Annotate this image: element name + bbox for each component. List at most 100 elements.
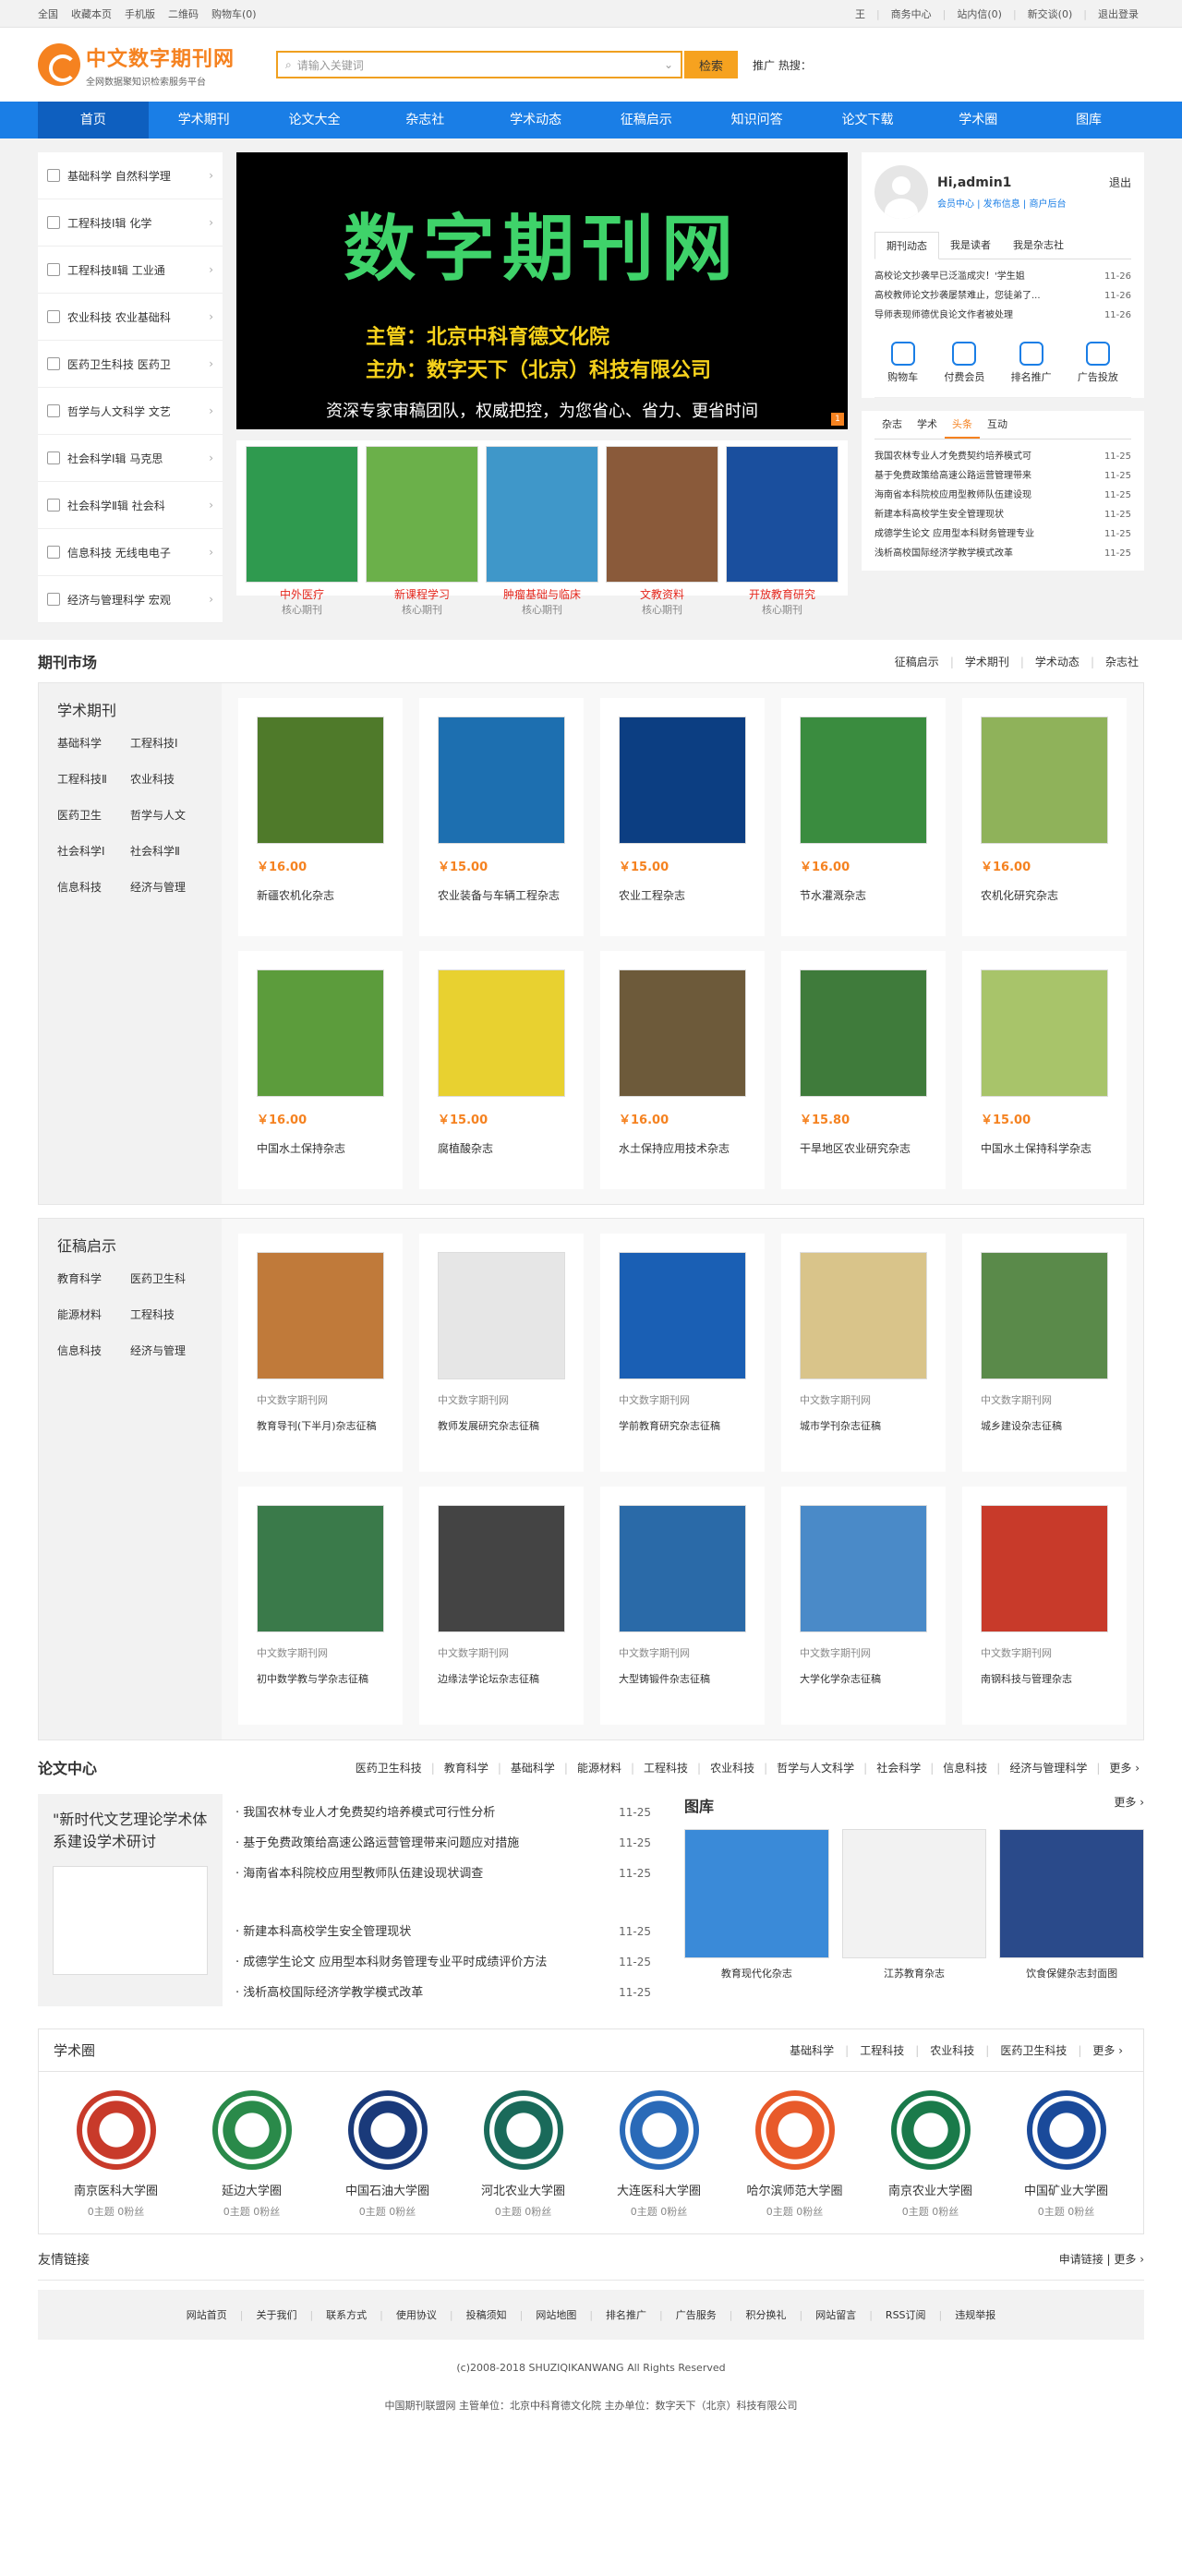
news-tab[interactable]: 学术 xyxy=(910,411,945,439)
section-link[interactable]: 使用协议 xyxy=(396,2307,437,2322)
topbar-right-link[interactable]: 新交谈(0) xyxy=(1028,8,1073,20)
news-item[interactable]: 成德学生论文 应用型本科财务管理专业 11-25 xyxy=(874,524,1131,544)
banner-page-indicator[interactable]: 1 xyxy=(831,413,844,426)
news-tab[interactable]: 互动 xyxy=(980,411,1015,439)
side-category-link[interactable]: 能源材料 xyxy=(57,1306,130,1322)
magazine-card[interactable]: 开放教育研究 核心期刊 xyxy=(726,446,838,616)
nav-item[interactable]: 杂志社 xyxy=(369,102,480,138)
side-category-link[interactable]: 信息科技 xyxy=(57,879,130,895)
category-item[interactable]: 社会科学Ⅱ辑 社会科 › xyxy=(38,482,223,529)
nav-item[interactable]: 学术期刊 xyxy=(149,102,259,138)
user-tab[interactable]: 我是杂志社 xyxy=(1002,232,1075,259)
gallery-item[interactable]: 饮食保健杂志封面图 xyxy=(999,1829,1145,1980)
category-item[interactable]: 医药卫生科技 医药卫 › xyxy=(38,341,223,388)
paper-item[interactable]: · 浅析高校国际经济学教学模式改革 11-25 xyxy=(235,1978,651,2008)
university-card[interactable]: 中国矿业大学圈 0主题 0粉丝 xyxy=(998,2090,1134,2219)
section-link[interactable]: 学术动态 xyxy=(1035,656,1079,668)
journal-card[interactable]: ￥15.80 干旱地区农业研究杂志 xyxy=(781,951,946,1189)
section-link[interactable]: 哲学与人文科学 xyxy=(777,1762,854,1775)
side-category-link[interactable]: 社会科学Ⅰ xyxy=(57,843,130,859)
side-category-link[interactable]: 教育科学 xyxy=(57,1270,130,1286)
university-card[interactable]: 延边大学圈 0主题 0粉丝 xyxy=(184,2090,320,2219)
section-link[interactable]: 积分换礼 xyxy=(745,2307,786,2322)
logout-link[interactable]: 退出 xyxy=(1109,175,1131,190)
section-link[interactable]: 农业科技 xyxy=(710,1762,754,1775)
user-tab[interactable]: 我是读者 xyxy=(939,232,1002,259)
journal-card[interactable]: ￥15.00 农业工程杂志 xyxy=(600,698,765,936)
section-link[interactable]: 工程科技 xyxy=(644,1762,688,1775)
search-button[interactable]: 检索 xyxy=(684,51,738,78)
category-item[interactable]: 哲学与人文科学 文艺 › xyxy=(38,388,223,435)
side-category-link[interactable]: 基础科学 xyxy=(57,735,130,751)
university-card[interactable]: 南京医科大学圈 0主题 0粉丝 xyxy=(48,2090,184,2219)
section-link[interactable]: 更多 › xyxy=(1092,2044,1123,2057)
category-item[interactable]: 社会科学Ⅰ辑 马克思 › xyxy=(38,435,223,482)
user-tab[interactable]: 期刊动态 xyxy=(874,232,939,259)
journal-card[interactable]: ￥16.00 水土保持应用技术杂志 xyxy=(600,951,765,1189)
section-link[interactable]: 广告服务 xyxy=(676,2307,717,2322)
paper-item[interactable]: · 基于免费政策给高速公路运营管理带来问题应对措施 11-25 xyxy=(235,1828,651,1859)
topbar-right-link[interactable]: 商务中心 xyxy=(891,8,932,20)
university-card[interactable]: 中国石油大学圈 0主题 0粉丝 xyxy=(320,2090,455,2219)
call-card[interactable]: 中文数字期刊网 城乡建设杂志征稿 xyxy=(962,1234,1127,1472)
section-link[interactable]: 医药卫生科技 xyxy=(356,1762,422,1775)
section-link[interactable]: 网站首页 xyxy=(187,2307,227,2322)
nav-item[interactable]: 首页 xyxy=(38,102,149,138)
section-link[interactable]: 医药卫生科技 xyxy=(1000,2044,1067,2057)
nav-item[interactable]: 征稿启示 xyxy=(591,102,702,138)
featured-paper[interactable]: "新时代文艺理论学术体系建设学术研讨 xyxy=(38,1794,223,2006)
nav-item[interactable]: 图库 xyxy=(1033,102,1144,138)
section-link[interactable]: 经济与管理科学 xyxy=(1009,1762,1087,1775)
paper-item[interactable]: · 新建本科高校学生安全管理现状 11-25 xyxy=(235,1917,651,1947)
journal-card[interactable]: ￥16.00 中国水土保持杂志 xyxy=(238,951,403,1189)
topbar-right-link[interactable]: 站内信(0) xyxy=(957,8,1002,20)
topbar-left-link[interactable]: 手机版 xyxy=(125,8,155,20)
call-card[interactable]: 中文数字期刊网 教育导刊(下半月)杂志征稿 xyxy=(238,1234,403,1472)
section-link[interactable]: 教育科学 xyxy=(444,1762,488,1775)
side-category-link[interactable]: 医药卫生科 xyxy=(130,1270,203,1286)
section-link[interactable]: 更多 › xyxy=(1109,1762,1140,1775)
call-card[interactable]: 中文数字期刊网 大学化学杂志征稿 xyxy=(781,1487,946,1725)
section-link[interactable]: 社会科学 xyxy=(876,1762,921,1775)
nav-item[interactable]: 论文下载 xyxy=(813,102,923,138)
side-category-link[interactable]: 经济与管理 xyxy=(130,1342,203,1358)
topbar-right-link[interactable]: 退出登录 xyxy=(1098,8,1139,20)
quick-action[interactable]: 排名推广 xyxy=(1011,342,1052,384)
user-links[interactable]: 会员中心 | 发布信息 | 商户后台 xyxy=(937,196,1066,210)
journal-card[interactable]: ￥16.00 节水灌溉杂志 xyxy=(781,698,946,936)
university-card[interactable]: 哈尔滨师范大学圈 0主题 0粉丝 xyxy=(727,2090,862,2219)
category-item[interactable]: 工程科技Ⅱ辑 工业通 › xyxy=(38,247,223,294)
magazine-card[interactable]: 肿瘤基础与临床 核心期刊 xyxy=(486,446,598,616)
side-category-link[interactable]: 工程科技Ⅱ xyxy=(57,771,130,787)
news-item[interactable]: 我国农林专业人才免费契约培养模式可 11-25 xyxy=(874,447,1131,466)
section-link[interactable]: 网站留言 xyxy=(815,2307,856,2322)
side-category-link[interactable]: 工程科技 xyxy=(130,1306,203,1322)
news-item[interactable]: 新建本科高校学生安全管理现状 11-25 xyxy=(874,505,1131,524)
side-category-link[interactable]: 社会科学Ⅱ xyxy=(130,843,203,859)
news-item[interactable]: 高校论文抄袭早已泛滥成灾！'学生姐 11-26 xyxy=(874,267,1131,286)
side-category-link[interactable]: 经济与管理 xyxy=(130,879,203,895)
section-link[interactable]: 农业科技 xyxy=(930,2044,974,2057)
category-item[interactable]: 基础科学 自然科学理 › xyxy=(38,152,223,199)
section-link[interactable]: 投稿须知 xyxy=(466,2307,507,2322)
university-card[interactable]: 河北农业大学圈 0主题 0粉丝 xyxy=(455,2090,591,2219)
section-link[interactable]: 学术期刊 xyxy=(965,656,1009,668)
nav-item[interactable]: 知识问答 xyxy=(702,102,813,138)
side-category-link[interactable]: 工程科技Ⅰ xyxy=(130,735,203,751)
section-link[interactable]: 联系方式 xyxy=(326,2307,367,2322)
section-link[interactable]: 工程科技 xyxy=(860,2044,904,2057)
side-category-link[interactable]: 医药卫生 xyxy=(57,807,130,823)
side-category-link[interactable]: 农业科技 xyxy=(130,771,203,787)
paper-item[interactable]: · 我国农林专业人才免费契约培养模式可行性分析 11-25 xyxy=(235,1798,651,1828)
banner-slide[interactable]: 数字期刊网 主管：北京中科育德文化院 主办：数字天下（北京）科技有限公司 资深专… xyxy=(236,152,848,429)
section-link[interactable]: 征稿启示 xyxy=(895,656,939,668)
news-item[interactable]: 海南省本科院校应用型教师队伍建设现 11-25 xyxy=(874,486,1131,505)
nav-item[interactable]: 论文大全 xyxy=(259,102,370,138)
journal-card[interactable]: ￥16.00 新疆农机化杂志 xyxy=(238,698,403,936)
paper-item[interactable]: · 海南省本科院校应用型教师队伍建设现状调查 11-25 xyxy=(235,1859,651,1889)
section-link[interactable]: 关于我们 xyxy=(256,2307,296,2322)
quick-action[interactable]: 购物车 xyxy=(887,342,918,384)
section-link[interactable]: 信息科技 xyxy=(943,1762,987,1775)
topbar-right-link[interactable]: 王 xyxy=(855,8,865,20)
news-tab[interactable]: 头条 xyxy=(945,411,980,439)
